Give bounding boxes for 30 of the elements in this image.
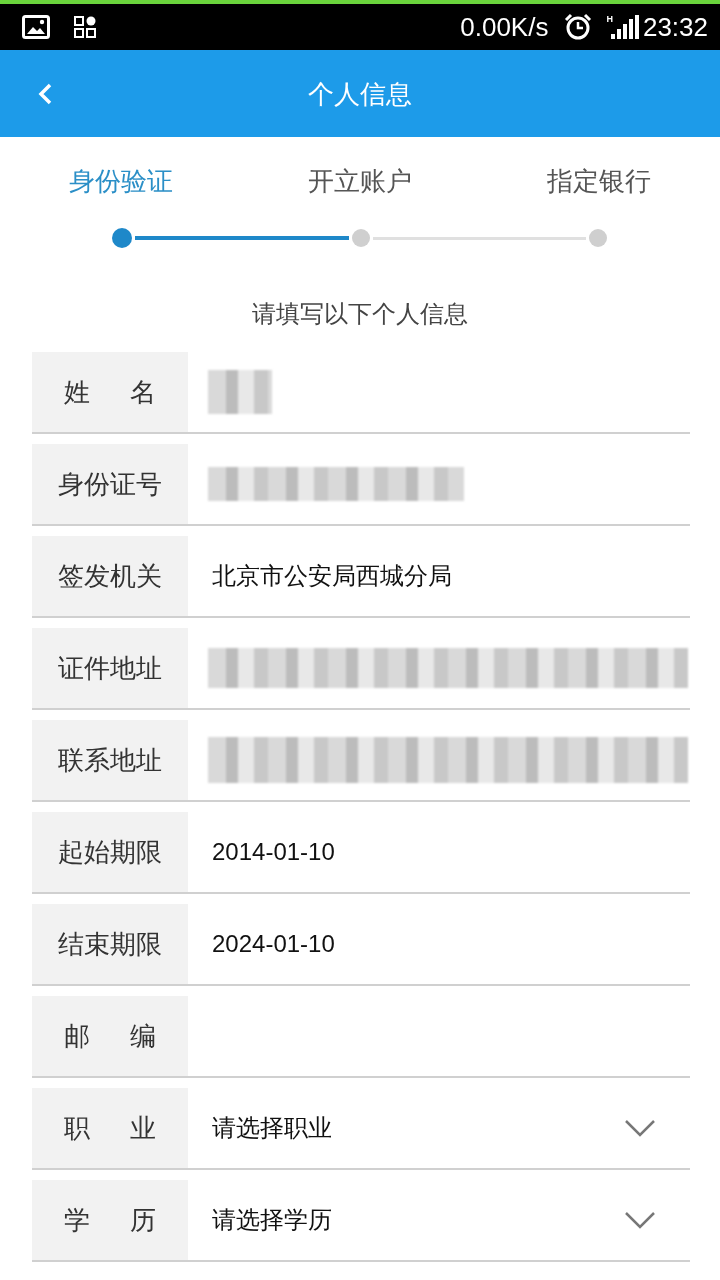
clock-time: 23:32 <box>642 12 708 42</box>
input-field[interactable]: 2014-01-10 <box>188 812 690 894</box>
field-label: 职 业 <box>32 1088 188 1170</box>
grid-icon <box>74 16 96 38</box>
image-icon <box>22 15 50 39</box>
input-field[interactable]: 北京市公安局西城分局 <box>188 536 690 618</box>
field-label: 邮 编 <box>32 996 188 1078</box>
field-label: 联系地址 <box>32 720 188 802</box>
input-field[interactable]: 2024-01-10 <box>188 904 690 986</box>
field-label: 起始期限 <box>32 812 188 894</box>
back-icon <box>37 82 53 105</box>
alarm-clock-icon <box>564 13 593 41</box>
dropdown-field[interactable]: 请选择学历 <box>188 1180 690 1262</box>
step-label: 身份验证 <box>69 165 174 197</box>
step-label: 开立账户 <box>308 165 412 197</box>
step-label: 指定银行 <box>546 165 651 197</box>
field-label: 学 历 <box>32 1180 188 1262</box>
chevron-down-icon <box>624 1211 656 1229</box>
dropdown-field[interactable]: 请选择职业 <box>188 1088 690 1170</box>
field-label: 证件地址 <box>32 628 188 710</box>
field-label: 结束期限 <box>32 904 188 986</box>
field-label: 签发机关 <box>32 536 188 618</box>
network-speed: 0.00K/s <box>460 12 549 42</box>
page-title: 个人信息 <box>308 77 412 110</box>
field-label: 身份证号 <box>32 444 188 526</box>
field-label: 姓 名 <box>32 352 188 434</box>
network-type-label: H <box>606 14 613 24</box>
instruction-text: 请填写以下个人信息 <box>252 299 468 329</box>
chevron-down-icon <box>624 1119 656 1137</box>
blurred-text-placeholder <box>208 370 272 414</box>
